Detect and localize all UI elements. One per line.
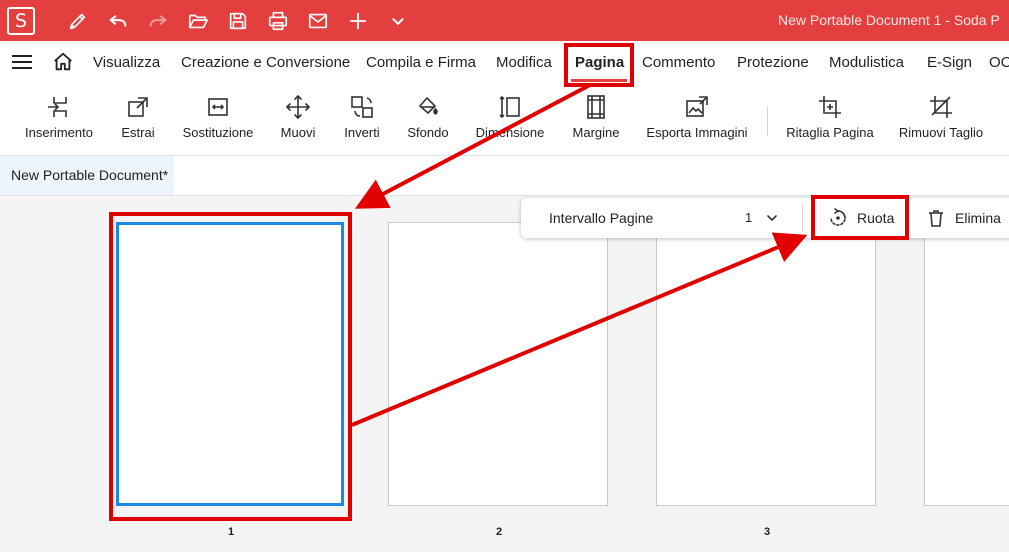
insert-button[interactable]: Inserimento [24,84,94,156]
redo-icon[interactable] [145,8,171,34]
margin-icon [587,95,605,119]
page-thumbnail-2[interactable] [388,222,608,506]
menu-item-modulistica[interactable]: Modulistica [829,54,904,71]
crop-page-label: Ritaglia Pagina [786,125,874,140]
page-range-value[interactable]: 1 [745,210,752,225]
plus-icon[interactable] [345,8,371,34]
trash-icon [929,210,943,227]
window-title: New Portable Document 1 - Soda P [778,12,1000,28]
ribbon-separator [767,106,768,136]
menu-item-visualizza[interactable]: Visualizza [93,54,160,71]
move-label: Muovi [280,125,316,140]
margin-label: Margine [572,125,620,140]
page-number-2: 2 [496,526,503,538]
remove-crop-icon [930,96,952,118]
page-thumbnail-4[interactable] [924,222,1009,506]
crop-page-button[interactable]: Ritaglia Pagina [786,84,874,156]
background-label: Sfondo [407,125,449,140]
crop-icon [819,96,841,118]
menu-item-protezione[interactable]: Protezione [737,54,809,71]
background-button[interactable]: Sfondo [406,84,450,156]
document-tab-strip: New Portable Document* [0,156,1009,196]
export-images-button[interactable]: Esporta Immagini [646,84,748,156]
size-label: Dimensione [475,125,545,140]
highlight-page-1 [109,212,352,521]
replace-button[interactable]: Sostituzione [182,84,254,156]
export-image-icon [686,96,708,117]
chevron-down-icon[interactable] [385,8,411,34]
replace-label: Sostituzione [182,125,254,140]
page-ribbon: Inserimento Estrai Sostituzione Muovi In… [0,84,1009,156]
app-logo[interactable]: S [7,7,35,35]
print-icon[interactable] [265,8,291,34]
menu-item-commento[interactable]: Commento [642,54,715,71]
reverse-label: Inverti [344,125,380,140]
page-range-label: Intervallo Pagine [549,210,654,226]
mail-icon[interactable] [305,8,331,34]
hamburger-menu-icon[interactable] [12,54,32,70]
menu-item-modifica[interactable]: Modifica [496,54,552,71]
pen-icon[interactable] [65,8,91,34]
page-number-3: 3 [764,526,771,538]
reverse-icon [351,96,373,118]
move-icon [285,94,311,120]
delete-label: Elimina [955,210,1001,226]
paint-bucket-icon [418,96,438,115]
insert-label: Inserimento [25,125,93,140]
extract-icon [128,97,148,117]
page-number-1: 1 [228,526,235,538]
save-icon[interactable] [225,8,251,34]
title-bar: S New Portable Document 1 - Soda P [0,0,1009,41]
delete-button[interactable]: Elimina [926,198,1001,238]
home-icon[interactable] [52,51,74,73]
menu-bar: Visualizza Creazione e Conversione Compi… [0,41,1009,84]
document-tab[interactable]: New Portable Document* [0,156,174,195]
open-folder-icon[interactable] [185,8,211,34]
toolbar-separator [802,204,803,232]
page-action-toolbar: Intervallo Pagine 1 Ruota Elimina [521,198,1009,238]
page-thumbnail-3[interactable] [656,222,876,506]
highlight-rotate-button [811,195,909,240]
move-button[interactable]: Muovi [278,84,318,156]
highlight-pagina-menu [564,43,634,87]
menu-item-ocr[interactable]: OC [989,54,1009,71]
menu-item-creazione[interactable]: Creazione e Conversione [181,54,350,71]
menu-item-compila[interactable]: Compila e Firma [366,54,476,71]
reverse-button[interactable]: Inverti [340,84,384,156]
extract-label: Estrai [121,125,155,140]
menu-item-esign[interactable]: E-Sign [927,54,972,71]
extract-button[interactable]: Estrai [116,84,160,156]
replace-icon [208,98,228,116]
export-images-label: Esporta Immagini [646,125,748,140]
page-size-icon [499,95,520,119]
insert-page-icon [48,97,67,117]
remove-crop-button[interactable]: Rimuovi Taglio [899,84,983,156]
chevron-down-icon[interactable] [765,211,779,225]
remove-crop-label: Rimuovi Taglio [898,125,984,140]
size-button[interactable]: Dimensione [474,84,546,156]
undo-icon[interactable] [105,8,131,34]
margin-button[interactable]: Margine [570,84,622,156]
